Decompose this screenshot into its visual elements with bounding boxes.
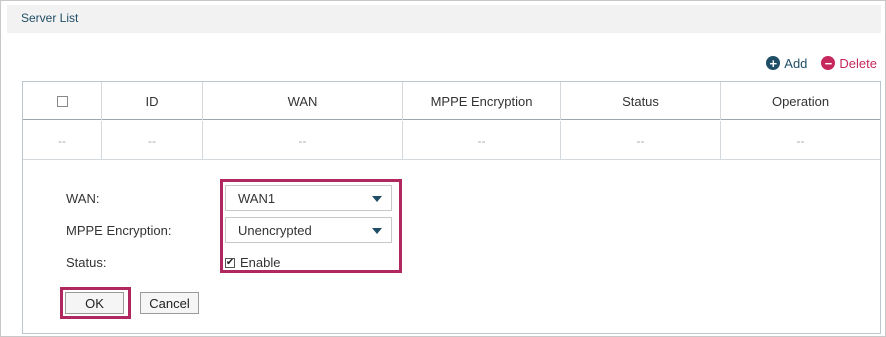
chevron-down-icon xyxy=(372,196,382,202)
panel-header: Server List xyxy=(7,5,881,33)
mppe-encryption-label: MPPE Encryption: xyxy=(66,223,172,238)
header-wan: WAN xyxy=(203,82,403,120)
select-all-checkbox[interactable] xyxy=(56,95,68,107)
mppe-encryption-select[interactable]: Unencrypted xyxy=(225,217,392,243)
table-cell: -- xyxy=(203,121,403,160)
header-select-all xyxy=(23,82,102,120)
table-cell: -- xyxy=(796,133,805,148)
header-operation: Operation xyxy=(771,93,830,109)
mppe-select-value: Unencrypted xyxy=(238,222,312,238)
table-cell: -- xyxy=(102,121,203,160)
minus-circle-icon: − xyxy=(821,56,836,70)
table-cell: -- xyxy=(561,121,721,160)
table-row: -- -- -- -- -- -- xyxy=(23,121,880,160)
table-cell: -- xyxy=(403,121,561,160)
header-status: Status xyxy=(561,82,721,120)
table-header: ID WAN MPPE Encryption Status Operation xyxy=(23,82,880,120)
delete-button[interactable]: − Delete xyxy=(821,56,877,71)
table-cell: -- xyxy=(23,121,102,160)
enable-checkbox[interactable]: ✔ Enable xyxy=(225,255,280,270)
plus-circle-icon: + xyxy=(766,56,781,70)
table-toolbar: + Add − Delete xyxy=(766,55,877,71)
chevron-down-icon xyxy=(372,228,382,234)
add-label: Add xyxy=(784,55,808,71)
checkmark-icon: ✔ xyxy=(225,256,235,268)
header-id: ID xyxy=(102,82,203,120)
settings-window: Server List + Add − Delete ID WAN MPPE E… xyxy=(0,0,886,337)
ok-button[interactable]: OK xyxy=(65,292,124,314)
enable-label: Enable xyxy=(240,255,281,270)
status-label: Status: xyxy=(66,255,107,270)
wan-select[interactable]: WAN1 xyxy=(225,185,392,211)
wan-label: WAN: xyxy=(66,191,100,206)
cancel-button[interactable]: Cancel xyxy=(140,292,199,314)
panel-title: Server List xyxy=(21,11,79,25)
add-button[interactable]: + Add xyxy=(766,56,807,71)
header-mppe-encryption: MPPE Encryption xyxy=(403,82,561,120)
wan-select-value: WAN1 xyxy=(238,190,276,206)
delete-label: Delete xyxy=(839,55,877,71)
